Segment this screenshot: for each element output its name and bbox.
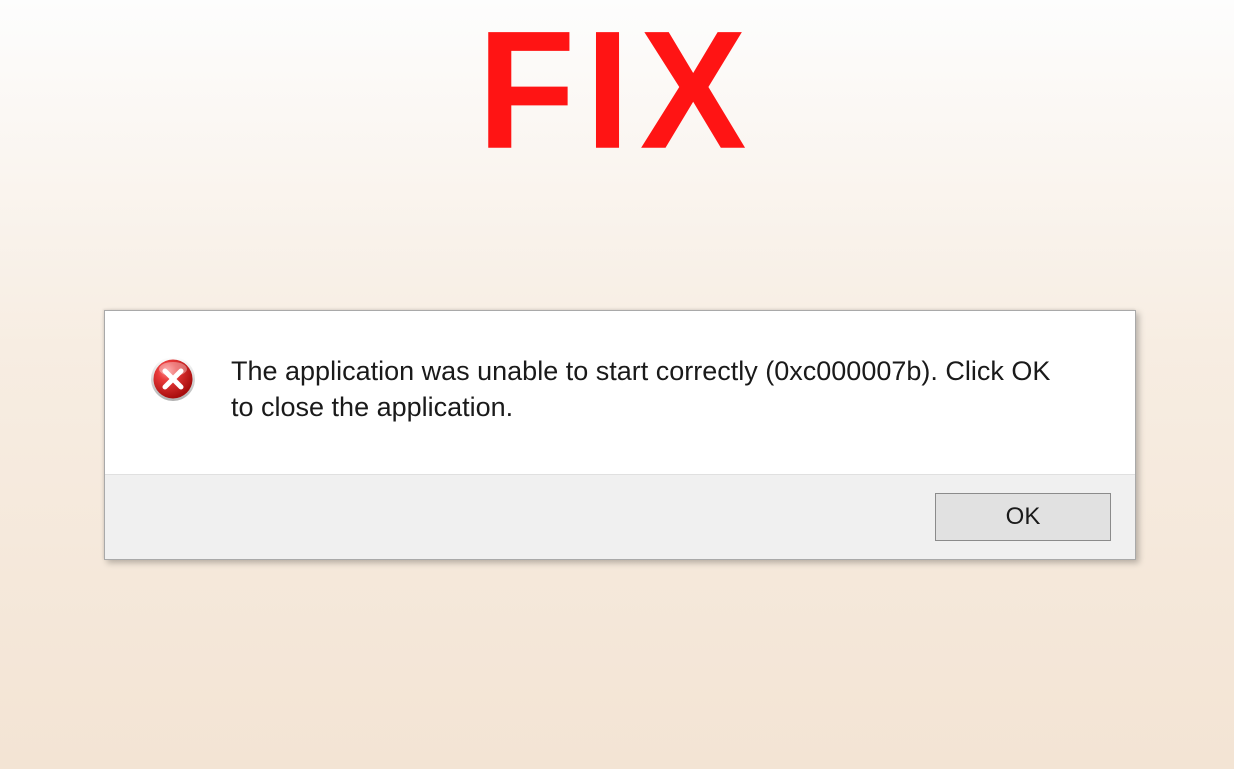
ok-button[interactable]: OK	[935, 493, 1111, 541]
dialog-body: The application was unable to start corr…	[105, 311, 1135, 474]
error-message: The application was unable to start corr…	[231, 353, 1091, 426]
dialog-footer: OK	[105, 474, 1135, 559]
error-icon	[149, 355, 197, 403]
fix-headline: FIX	[0, 6, 1234, 174]
error-dialog: The application was unable to start corr…	[104, 310, 1136, 560]
